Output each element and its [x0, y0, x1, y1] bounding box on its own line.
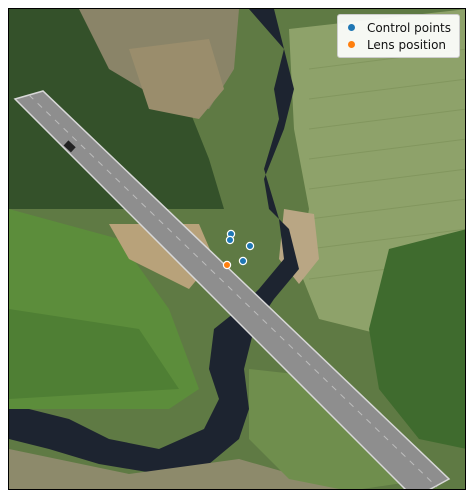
- control-point-cp3: [245, 241, 255, 251]
- control-point-cp4: [238, 256, 248, 266]
- lens-position-marker-icon: [347, 41, 355, 48]
- lens-position-marker: [222, 260, 232, 270]
- control-point-marker-icon: [347, 24, 355, 31]
- legend-entry-lens-position: Lens position: [346, 36, 451, 53]
- map-figure: Control points Lens position: [0, 0, 474, 498]
- legend-label-control-points: Control points: [366, 20, 451, 35]
- legend-label-lens-position: Lens position: [366, 37, 447, 52]
- satellite-image: [9, 9, 465, 489]
- control-point-cp2: [225, 235, 235, 245]
- satellite-map: [8, 8, 466, 490]
- legend-entry-control-points: Control points: [346, 19, 451, 36]
- legend: Control points Lens position: [336, 14, 460, 58]
